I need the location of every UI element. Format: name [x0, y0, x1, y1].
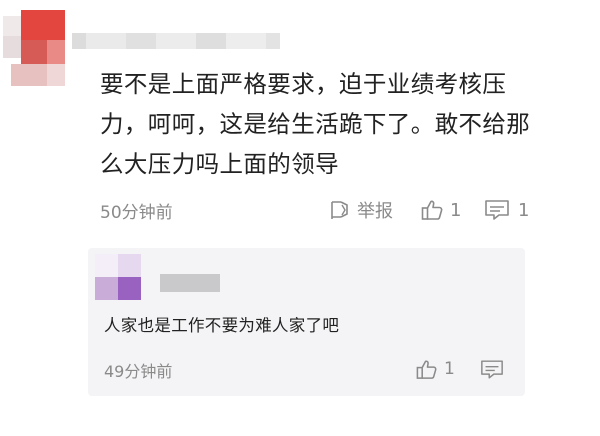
- reply-comment-button[interactable]: [480, 356, 504, 382]
- thumbs-up-icon: [420, 198, 444, 222]
- like-button[interactable]: 1: [420, 196, 461, 224]
- like-count: 1: [450, 199, 462, 221]
- report-label: 举报: [357, 201, 393, 222]
- thumbs-up-icon: [415, 358, 438, 381]
- flag-icon: [329, 199, 351, 221]
- username-blurred[interactable]: [72, 33, 282, 49]
- reply-username-blurred[interactable]: [160, 274, 220, 292]
- reply-button[interactable]: 1: [484, 196, 529, 224]
- comment-bubble-icon: [484, 199, 510, 221]
- reply-timestamp: 49分钟前: [104, 362, 173, 381]
- reply-meta-row: 49分钟前 1: [104, 356, 504, 382]
- comment-bubble-icon: [480, 359, 504, 380]
- reply-text: 人家也是工作不要为难人家了吧: [104, 316, 340, 335]
- comment-text-line: 么大压力吗上面的领导: [100, 150, 339, 178]
- reply-like-count: 1: [444, 359, 455, 379]
- comment-meta-row: 50分钟前 举报 1 1: [100, 196, 540, 224]
- avatar[interactable]: [3, 10, 69, 90]
- report-button[interactable]: 举报: [329, 196, 393, 224]
- comment-text-line: 要不是上面严格要求，迫于业绩考核压: [100, 70, 507, 98]
- comment-text: 要不是上面严格要求，迫于业绩考核压 力，呵呵，这是给生活跪下了。敢不给那 么大压…: [100, 64, 570, 184]
- comment-text-line: 力，呵呵，这是给生活跪下了。敢不给那: [100, 110, 531, 138]
- reply-avatar[interactable]: [95, 254, 141, 300]
- reply-like-button[interactable]: 1: [415, 356, 455, 382]
- timestamp: 50分钟前: [100, 203, 173, 223]
- comment-count: 1: [518, 199, 530, 221]
